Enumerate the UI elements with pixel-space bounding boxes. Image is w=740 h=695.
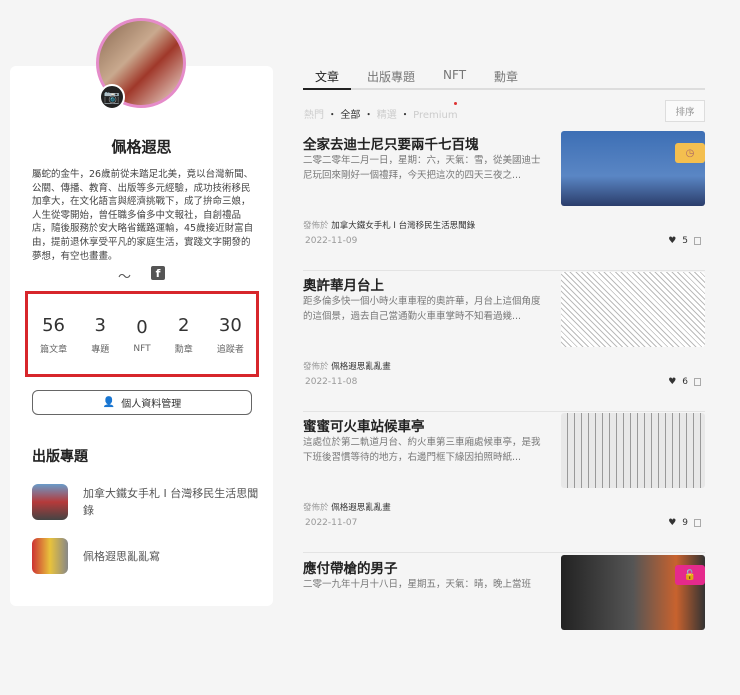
stat-badges[interactable]: 2 勳章 <box>175 315 193 355</box>
heart-icon[interactable]: ♥ <box>668 377 676 387</box>
clock-icon: ◷ <box>675 143 705 163</box>
tab-series[interactable]: 出版專題 <box>355 68 427 90</box>
filter-featured[interactable]: 精選 <box>377 110 397 121</box>
series-thumbnail <box>32 484 68 520</box>
profile-bio: 屬蛇的金牛，26歲前從未踏足北美，竟以台灣新聞、公關、傳播、教育、出版等多元經驗… <box>32 169 254 262</box>
tab-articles[interactable]: 文章 <box>303 68 352 90</box>
article-date: 2022-11-09 <box>305 236 358 246</box>
article-excerpt: 距多倫多快一個小時火車車程的奧許華，月台上這個角度的這個景，過去自己當通勤火車車… <box>303 296 541 322</box>
unlock-icon: 🔓 <box>675 565 705 585</box>
series-item[interactable]: 佩格遐思亂亂寫 <box>32 538 262 574</box>
article-date: 2022-11-08 <box>305 377 358 387</box>
filter-all[interactable]: 全部 <box>340 110 360 121</box>
facebook-icon[interactable]: f <box>151 266 165 280</box>
stat-articles[interactable]: 56 篇文章 <box>40 315 67 355</box>
article-series-link[interactable]: 加拿大鐵女手札 I 台灣移民生活思聞錄 <box>331 221 475 231</box>
heart-icon[interactable]: ♥ <box>668 518 676 528</box>
article-item[interactable]: 奧許華月台上 距多倫多快一個小時火車車程的奧許華，月台上這個角度的這個景，過去自… <box>303 272 705 412</box>
filter-popular[interactable]: 熱門 <box>304 110 324 121</box>
bookmark-icon[interactable] <box>694 378 701 386</box>
article-title: 應付帶槍的男子 <box>303 561 398 577</box>
bookmark-icon[interactable] <box>694 237 701 245</box>
article-item[interactable]: 應付帶槍的男子 二零一九年十月十八日，星期五，天氣：晴，晚上當班 🔓 <box>303 555 705 695</box>
tab-nft[interactable]: NFT <box>431 68 478 90</box>
article-excerpt: 這處位於第二軌道月台、約火車第三車廂處候車亭，是我下班後習慣等待的地方，右邊門框… <box>303 437 541 463</box>
bookmark-icon[interactable] <box>694 519 701 527</box>
camera-icon[interactable]: 📷 <box>99 84 125 110</box>
tab-badges[interactable]: 勳章 <box>482 68 530 90</box>
article-excerpt: 二零一九年十月十八日，星期五，天氣：晴，晚上當班 <box>303 579 532 590</box>
heart-icon[interactable]: ♥ <box>668 236 676 246</box>
article-excerpt: 二零二零年二月一日，星期：六，天氣：雪，從美國迪士尼玩回來剛好一個禮拜，今天把這… <box>303 155 541 181</box>
stat-series[interactable]: 3 專題 <box>91 315 109 355</box>
article-image <box>561 272 705 347</box>
article-item[interactable]: 全家去迪士尼只要兩千七百塊 二零二零年二月一日，星期：六，天氣：雪，從美國迪士尼… <box>303 131 705 271</box>
filter-premium[interactable]: Premium <box>413 110 458 121</box>
article-date: 2022-11-07 <box>305 518 358 528</box>
profile-name: 佩格遐思 <box>111 138 172 156</box>
profile-card: 佩格遐思 屬蛇的金牛，26歲前從未踏足北美，竟以台灣新聞、公關、傳播、教育、出版… <box>10 66 273 606</box>
article-title: 蜜蜜可火車站候車亭 <box>303 419 425 435</box>
series-item[interactable]: 加拿大鐵女手札 I 台灣移民生活思聞錄 <box>32 484 262 520</box>
article-item[interactable]: 蜜蜜可火車站候車亭 這處位於第二軌道月台、約火車第三車廂處候車亭，是我下班後習慣… <box>303 413 705 553</box>
article-series-link[interactable]: 佩格遐思亂亂畫 <box>331 503 391 513</box>
user-icon: 👤 <box>102 397 116 408</box>
article-title: 全家去迪士尼只要兩千七百塊 <box>303 137 479 153</box>
sort-button[interactable]: 排序 <box>665 100 705 122</box>
content-tabs: 文章 出版專題 NFT 勳章 <box>303 68 705 90</box>
article-filters: 熱門 ・ 全部 ・ 精選 ・ Premium <box>304 102 458 121</box>
stat-nft[interactable]: 0 NFT <box>133 317 150 354</box>
profile-stats: 56 篇文章 3 專題 0 NFT 2 勳章 30 追蹤者 <box>25 291 259 377</box>
rss-icon[interactable]: 〜 <box>118 266 131 285</box>
article-series-link[interactable]: 佩格遐思亂亂畫 <box>331 362 391 372</box>
series-heading: 出版專題 <box>32 449 88 465</box>
series-thumbnail <box>32 538 68 574</box>
article-image <box>561 413 705 488</box>
article-title: 奧許華月台上 <box>303 278 384 294</box>
profile-manage-button[interactable]: 👤 個人資料管理 <box>32 390 252 415</box>
stat-followers[interactable]: 30 追蹤者 <box>217 315 244 355</box>
social-links: 〜 f <box>10 266 273 285</box>
